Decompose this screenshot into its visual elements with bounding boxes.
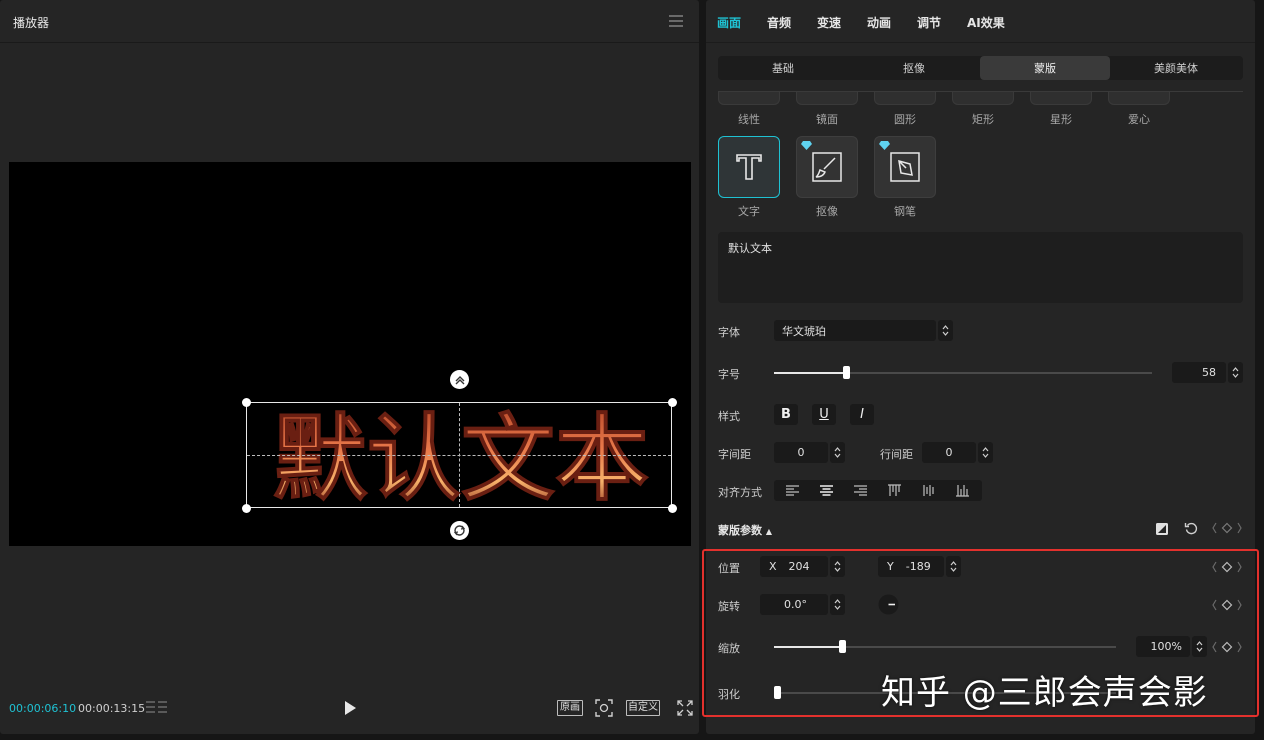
tab-animation[interactable]: 动画 <box>867 14 891 31</box>
size-input[interactable]: 58 <box>1172 362 1226 383</box>
mask-cutout-card[interactable] <box>796 136 858 198</box>
brush-mask-icon <box>812 152 842 182</box>
watermark: 知乎 @三郎会声会影 <box>881 673 1208 713</box>
mask-text-label: 文字 <box>738 205 760 218</box>
resize-handle-bl[interactable] <box>242 504 251 513</box>
custom-ratio-button[interactable]: 自定义 <box>626 700 660 716</box>
text-mask-box[interactable]: 默认文本 <box>246 402 672 510</box>
mask-rect-card[interactable] <box>952 92 1014 105</box>
mask-pen-label: 钢笔 <box>894 205 916 218</box>
align-middle-vertical-icon[interactable] <box>922 484 935 497</box>
size-value: 58 <box>1202 366 1216 379</box>
mask-mirror-label: 镜面 <box>816 113 838 126</box>
mask-mirror-card[interactable] <box>796 92 858 105</box>
sub-tabs: 基础 抠像 蒙版 美颜美体 <box>718 56 1243 80</box>
size-label: 字号 <box>718 368 740 381</box>
mask-rect-label: 矩形 <box>972 113 994 126</box>
mask-heart-label: 爱心 <box>1128 113 1150 126</box>
mask-params-title: 蒙版参数 <box>718 524 762 537</box>
line-spacing-value: 0 <box>945 446 953 459</box>
size-stepper[interactable] <box>1228 362 1243 383</box>
fit-screen-icon[interactable] <box>595 699 613 717</box>
text-mask-icon <box>736 154 762 180</box>
mask-text-value: 默认文本 <box>728 242 772 255</box>
player-panel: 播放器 默认文本 00:00:06:10 00:00:13:15 原画 自定义 <box>0 0 699 734</box>
mask-linear-label: 线性 <box>738 113 760 126</box>
original-quality-button[interactable]: 原画 <box>557 700 583 716</box>
mask-text-card[interactable] <box>718 136 780 198</box>
feather-handle-icon[interactable] <box>450 370 469 389</box>
align-toolbar <box>774 480 982 501</box>
player-title: 播放器 <box>13 16 50 30</box>
align-bottom-vertical-icon[interactable] <box>956 484 969 497</box>
total-time: 00:00:13:15 <box>78 702 146 715</box>
char-spacing-value: 0 <box>797 446 805 459</box>
top-tabs: 画面 音频 变速 动画 调节 AI效果 <box>706 0 1255 43</box>
premium-gem-icon <box>801 141 812 150</box>
subtab-beauty[interactable]: 美颜美体 <box>1111 56 1241 80</box>
keyframe-header-icon[interactable] <box>1212 522 1242 534</box>
resize-handle-br[interactable] <box>668 504 677 513</box>
underline-button[interactable]: U <box>812 404 836 425</box>
size-slider-thumb[interactable] <box>843 366 850 379</box>
mask-circle-label: 圆形 <box>894 113 916 126</box>
menu-icon[interactable] <box>669 15 683 27</box>
mask-circle-card[interactable] <box>874 92 936 105</box>
rotate-handle-icon[interactable] <box>450 521 469 540</box>
italic-button[interactable]: I <box>850 404 874 425</box>
reset-icon[interactable] <box>1184 521 1199 536</box>
tab-adjust[interactable]: 调节 <box>917 14 941 31</box>
font-select[interactable]: 华文琥珀 <box>774 320 936 341</box>
fullscreen-icon[interactable] <box>676 699 694 717</box>
play-icon[interactable] <box>343 700 357 716</box>
timeline-grid-icon[interactable] <box>146 700 168 716</box>
svg-text:默认文本: 默认文本 <box>273 405 649 509</box>
player-header: 播放器 <box>0 0 699 43</box>
tab-audio[interactable]: 音频 <box>767 14 791 31</box>
premium-gem-icon <box>879 141 890 150</box>
align-right-icon[interactable] <box>854 484 867 497</box>
char-spacing-input[interactable]: 0 <box>774 442 828 463</box>
subtab-cutout[interactable]: 抠像 <box>849 56 979 80</box>
line-spacing-stepper[interactable] <box>978 442 993 463</box>
char-spacing-label: 字间距 <box>718 448 751 461</box>
align-top-vertical-icon[interactable] <box>888 484 901 497</box>
tab-picture[interactable]: 画面 <box>717 14 741 31</box>
line-spacing-input[interactable]: 0 <box>922 442 976 463</box>
resize-handle-tr[interactable] <box>668 398 677 407</box>
subtab-mask[interactable]: 蒙版 <box>980 56 1110 80</box>
pen-mask-icon <box>890 152 920 182</box>
mask-star-card[interactable] <box>1030 92 1092 105</box>
font-label: 字体 <box>718 326 740 339</box>
mask-params-header[interactable]: 蒙版参数 ▲ <box>718 522 772 538</box>
mask-heart-card[interactable] <box>1108 92 1170 105</box>
mask-text-input[interactable]: 默认文本 <box>718 232 1243 303</box>
char-spacing-stepper[interactable] <box>830 442 845 463</box>
style-label: 样式 <box>718 410 740 423</box>
preview-canvas[interactable]: 默认文本 <box>9 162 691 546</box>
fire-text-preview: 默认文本 <box>272 405 649 510</box>
align-center-icon[interactable] <box>820 484 833 497</box>
mask-cutout-label: 抠像 <box>816 205 838 218</box>
subtab-basic[interactable]: 基础 <box>718 56 848 80</box>
tab-ai-effects[interactable]: AI效果 <box>967 14 1005 31</box>
mask-star-label: 星形 <box>1050 113 1072 126</box>
collapse-caret-icon: ▲ <box>765 527 772 536</box>
mask-pen-card[interactable] <box>874 136 936 198</box>
font-value: 华文琥珀 <box>782 324 826 338</box>
size-slider-fill <box>774 372 846 374</box>
line-spacing-label: 行间距 <box>880 448 913 461</box>
align-left-icon[interactable] <box>786 484 799 497</box>
mask-linear-card[interactable] <box>718 92 780 105</box>
font-stepper[interactable] <box>938 320 953 341</box>
tab-speed[interactable]: 变速 <box>817 14 841 31</box>
resize-handle-tl[interactable] <box>242 398 251 407</box>
current-time: 00:00:06:10 <box>9 702 77 715</box>
align-label: 对齐方式 <box>718 486 762 499</box>
invert-mask-icon[interactable] <box>1155 522 1169 536</box>
bold-button[interactable]: B <box>774 404 798 425</box>
